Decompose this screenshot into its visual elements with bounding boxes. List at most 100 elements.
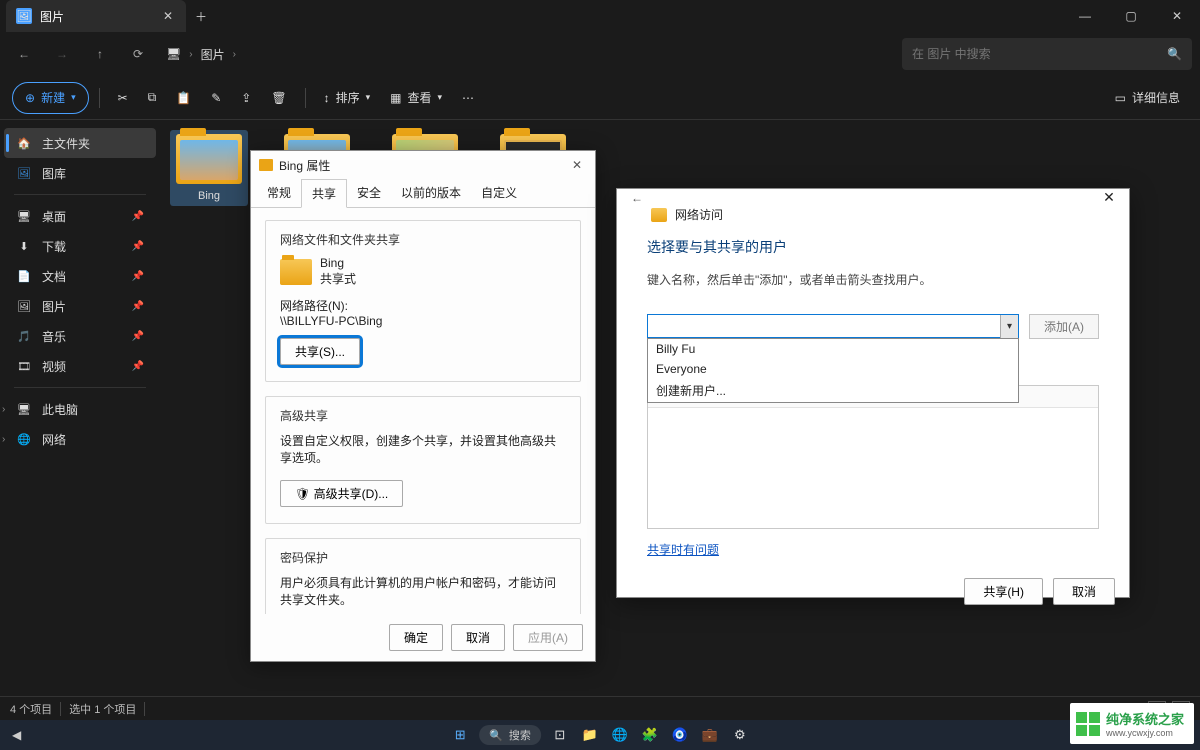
- close-button[interactable]: ✕: [1154, 0, 1200, 32]
- sidebar-item-home[interactable]: 🏠 主文件夹: [4, 128, 156, 158]
- tab-close-icon[interactable]: ✕: [160, 9, 176, 23]
- close-icon[interactable]: ✕: [567, 158, 587, 172]
- maximize-button[interactable]: ▢: [1108, 0, 1154, 32]
- sidebar-item-gallery[interactable]: 🖼 图库: [4, 158, 156, 188]
- task-view-button[interactable]: ⊡: [549, 724, 571, 746]
- plus-icon: ⊕: [25, 91, 35, 105]
- pictures-icon: 🖼: [16, 298, 32, 314]
- edge-button[interactable]: 🌐: [609, 724, 631, 746]
- location-icon: 🖥: [166, 47, 181, 61]
- back-button[interactable]: ←: [8, 38, 40, 70]
- apply-button[interactable]: 应用(A): [513, 624, 583, 651]
- user-dropdown: Billy Fu Everyone 创建新用户...: [647, 338, 1019, 403]
- breadcrumb[interactable]: 🖥 › 图片 ›: [166, 46, 236, 63]
- gallery-icon: 🖼: [16, 165, 32, 181]
- section-text: 用户必须具有此计算机的用户帐户和密码，才能访问共享文件夹。: [280, 574, 566, 608]
- sort-button[interactable]: ↕ 排序 ▾: [316, 82, 379, 114]
- rename-button[interactable]: ✎: [203, 82, 229, 114]
- pc-icon: 🖥: [16, 401, 32, 417]
- taskbar-search[interactable]: 🔍 搜索: [479, 725, 541, 745]
- videos-icon: 🎞: [16, 358, 32, 374]
- details-icon: ▭: [1115, 91, 1126, 105]
- taskbar: ◀ ⊞ 🔍 搜索 ⊡ 📁 🌐 🧩 🧿 💼 ⚙ ˄ A 英 拼: [0, 720, 1200, 750]
- add-button[interactable]: 添加(A): [1029, 314, 1099, 339]
- copy-button[interactable]: ⧉: [140, 82, 165, 114]
- breadcrumb-item[interactable]: 图片: [201, 46, 225, 63]
- forward-button[interactable]: →: [46, 38, 78, 70]
- new-button[interactable]: ⊕ 新建 ▾: [12, 82, 89, 114]
- sidebar-item-network[interactable]: ›🌐网络: [4, 424, 156, 454]
- search-box[interactable]: 🔍: [902, 38, 1192, 70]
- tab-previous-versions[interactable]: 以前的版本: [391, 179, 471, 207]
- dropdown-option[interactable]: Billy Fu: [648, 339, 1018, 359]
- sidebar-item-downloads[interactable]: ⬇下载📌: [4, 231, 156, 261]
- folder-item[interactable]: Bing: [170, 130, 248, 206]
- up-button[interactable]: ↑: [84, 38, 116, 70]
- paste-button[interactable]: 📋: [168, 82, 199, 114]
- share-button[interactable]: 共享(S)...: [280, 338, 360, 365]
- advanced-share-button[interactable]: 🛡 高级共享(D)...: [280, 480, 403, 507]
- tab-security[interactable]: 安全: [347, 179, 391, 207]
- network-access-dialog: ← ✕ 网络访问 选择要与其共享的用户 键入名称，然后单击"添加"，或者单击箭头…: [616, 188, 1130, 598]
- folder-icon: [280, 259, 312, 285]
- window-controls: — ▢ ✕: [1062, 0, 1200, 32]
- refresh-button[interactable]: ⟳: [122, 38, 154, 70]
- pictures-icon: 🖼: [16, 8, 32, 24]
- dialog-titlebar[interactable]: Bing 属性 ✕: [251, 151, 595, 179]
- close-icon[interactable]: ✕: [1097, 189, 1121, 206]
- user-combo: ▾ Billy Fu Everyone 创建新用户... 添加(A): [647, 314, 1099, 339]
- new-tab-button[interactable]: ＋: [186, 8, 216, 25]
- back-button[interactable]: ←: [625, 191, 649, 205]
- advanced-sharing-section: 高级共享 设置自定义权限，创建多个共享，并设置其他高级共享选项。 🛡 高级共享(…: [265, 396, 581, 524]
- more-button[interactable]: ⋯: [454, 82, 482, 114]
- sidebar-item-thispc[interactable]: ›🖥此电脑: [4, 394, 156, 424]
- view-icon: ▦: [390, 91, 401, 105]
- cancel-button[interactable]: 取消: [451, 624, 505, 651]
- explorer-button[interactable]: 📁: [579, 724, 601, 746]
- sidebar-item-music[interactable]: 🎵音乐📌: [4, 321, 156, 351]
- share-confirm-button[interactable]: 共享(H): [964, 578, 1043, 605]
- dropdown-button[interactable]: ▾: [1000, 315, 1018, 338]
- ok-button[interactable]: 确定: [389, 624, 443, 651]
- app-button[interactable]: 🧩: [639, 724, 661, 746]
- status-bar: 4 个项目 选中 1 个项目: [0, 696, 1200, 720]
- divider: [14, 387, 146, 388]
- sidebar-item-desktop[interactable]: 🖥桌面📌: [4, 201, 156, 231]
- tab-customize[interactable]: 自定义: [471, 179, 527, 207]
- trouble-sharing-link[interactable]: 共享时有问题: [647, 543, 719, 557]
- divider: [60, 702, 61, 716]
- dropdown-option[interactable]: Everyone: [648, 359, 1018, 379]
- delete-button[interactable]: 🗑: [263, 82, 294, 114]
- sidebar-item-videos[interactable]: 🎞视频📌: [4, 351, 156, 381]
- browser-tab[interactable]: 🖼 图片 ✕: [6, 0, 186, 32]
- app-button[interactable]: 🧿: [669, 724, 691, 746]
- tab-title: 图片: [40, 8, 152, 25]
- divider: [305, 88, 306, 108]
- sidebar-item-pictures[interactable]: 🖼图片📌: [4, 291, 156, 321]
- user-input[interactable]: [647, 314, 1019, 338]
- path-label: 网络路径(N):: [280, 297, 566, 314]
- divider: [99, 88, 100, 108]
- search-input[interactable]: [912, 47, 1161, 61]
- view-button[interactable]: ▦ 查看 ▾: [382, 82, 450, 114]
- tab-general[interactable]: 常规: [257, 179, 301, 207]
- app-button[interactable]: ⚙: [729, 724, 751, 746]
- navigation-bar: ← → ↑ ⟳ 🖥 › 图片 › 🔍: [0, 32, 1200, 76]
- dialog-titlebar[interactable]: ← ✕: [617, 189, 1129, 206]
- dialog-hint: 键入名称，然后单击"添加"，或者单击箭头查找用户。: [647, 271, 1099, 288]
- minimize-button[interactable]: —: [1062, 0, 1108, 32]
- chevron-right-icon: ›: [2, 404, 5, 415]
- pin-icon: 📌: [132, 361, 144, 372]
- widgets-button[interactable]: ◀: [12, 728, 21, 742]
- cut-button[interactable]: ✂: [110, 82, 136, 114]
- share-button[interactable]: ⇪: [233, 82, 259, 114]
- sidebar: 🏠 主文件夹 🖼 图库 🖥桌面📌 ⬇下载📌 📄文档📌 🖼图片📌 🎵音乐📌 🎞视频…: [0, 120, 160, 696]
- cancel-button[interactable]: 取消: [1053, 578, 1115, 605]
- start-button[interactable]: ⊞: [449, 724, 471, 746]
- app-button[interactable]: 💼: [699, 724, 721, 746]
- sidebar-item-documents[interactable]: 📄文档📌: [4, 261, 156, 291]
- tab-sharing[interactable]: 共享: [301, 179, 347, 208]
- dropdown-option[interactable]: 创建新用户...: [648, 379, 1018, 402]
- user-list[interactable]: [647, 385, 1099, 529]
- details-button[interactable]: ▭ 详细信息: [1107, 82, 1188, 114]
